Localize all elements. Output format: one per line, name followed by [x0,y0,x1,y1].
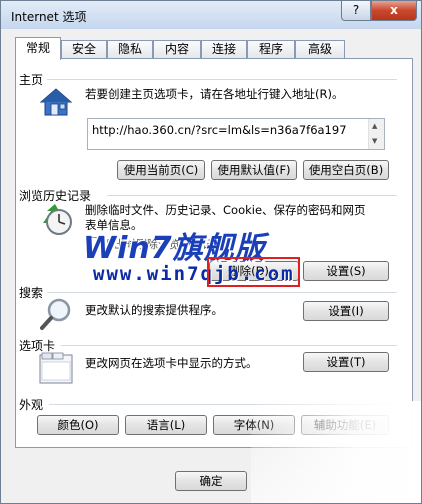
accessibility-button[interactable]: 辅助功能(E) [301,415,389,435]
home-icon [39,87,73,117]
tabs-divider [61,345,397,346]
history-settings-button[interactable]: 设置(S) [303,261,389,281]
help-button[interactable]: ? [341,1,371,21]
tabs-description: 更改网页在选项卡中显示的方式。 [85,356,258,370]
tab-connections[interactable]: 连接 [201,40,247,59]
homepage-description: 若要创建主页选项卡，请在各地址行键入地址(R)。 [85,87,344,101]
url-scrollbar[interactable]: ▲ ▼ [368,119,384,149]
search-divider [47,292,397,293]
homepage-group-label: 主页 [19,73,44,87]
appearance-divider [49,404,397,405]
tabs-settings-button[interactable]: 设置(T) [303,352,389,372]
tab-general[interactable]: 常规 [15,37,61,60]
homepage-url-text: http://hao.360.cn/?src=lm&ls=n36a7f6a197 [92,123,347,137]
use-default-button[interactable]: 使用默认值(F) [211,160,297,180]
history-divider [107,195,397,196]
tabbed-window-icon [39,352,73,384]
tab-content[interactable]: 内容 [153,40,201,59]
internet-options-dialog: Internet 选项 ? x 常规 安全 隐私 内容 连接 程序 高级 主页 … [0,0,422,504]
history-group-label: 浏览历史记录 [19,189,92,203]
search-settings-button[interactable]: 设置(I) [303,301,389,321]
search-description: 更改默认的搜索提供程序。 [85,303,223,317]
colors-button[interactable]: 颜色(O) [37,415,119,435]
tab-advanced[interactable]: 高级 [295,40,345,59]
tab-privacy[interactable]: 隐私 [107,40,153,59]
appearance-group-label: 外观 [19,398,44,412]
highlight-box [207,257,300,287]
fonts-button[interactable]: 字体(N) [213,415,295,435]
tab-strip: 常规 安全 隐私 内容 连接 程序 高级 [15,37,415,60]
magnifier-icon [39,297,75,333]
homepage-url-textarea[interactable]: http://hao.360.cn/?src=lm&ls=n36a7f6a197… [87,118,385,150]
homepage-divider [47,79,397,80]
ok-button[interactable]: 确定 [175,471,247,491]
languages-button[interactable]: 语言(L) [125,415,207,435]
use-current-page-button[interactable]: 使用当前页(C) [117,160,205,180]
history-description-line1: 删除临时文件、历史记录、Cookie、保存的密码和网页 [85,203,366,217]
tab-security[interactable]: 安全 [61,40,107,59]
window-title: Internet 选项 [11,10,87,24]
use-blank-button[interactable]: 使用空白页(B) [303,160,389,180]
tab-programs[interactable]: 程序 [247,40,295,59]
close-button[interactable]: x [371,1,417,21]
history-clock-icon [37,203,75,237]
scroll-up-icon[interactable]: ▲ [372,122,377,130]
scroll-down-icon[interactable]: ▼ [372,137,377,145]
title-bar: Internet 选项 ? x [1,1,421,29]
